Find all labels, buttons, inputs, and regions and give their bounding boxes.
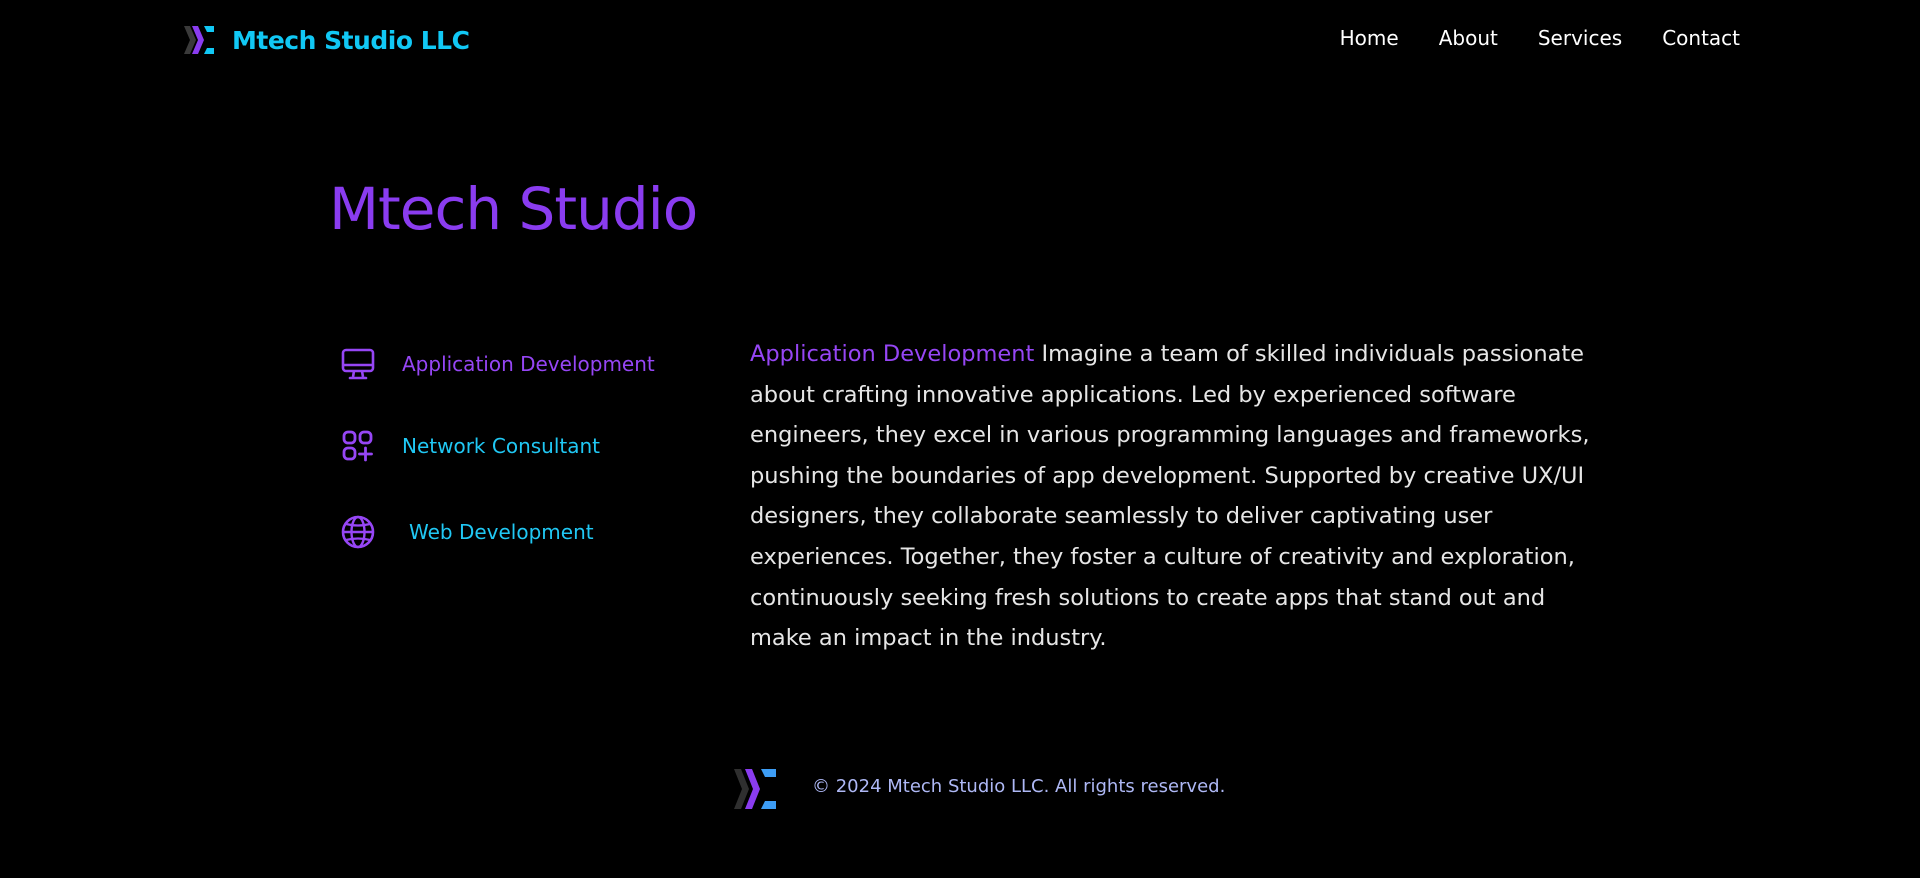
- nav-home-link[interactable]: Home: [1340, 26, 1399, 50]
- brand-name: Mtech Studio LLC: [232, 25, 470, 55]
- service-description: Application Development Imagine a team o…: [750, 334, 1610, 659]
- service-label: Network Consultant: [402, 434, 601, 458]
- footer-logo-icon: [734, 769, 776, 809]
- brand-home-link[interactable]: Mtech Studio LLC: [182, 22, 470, 58]
- site-header: Mtech Studio LLC Home About Services Con…: [0, 0, 1920, 80]
- service-label: Web Development: [409, 520, 594, 544]
- description-text: Imagine a team of skilled individuals pa…: [750, 341, 1590, 652]
- service-item-web-development[interactable]: Web Development: [340, 514, 594, 550]
- service-item-application-development[interactable]: Application Development: [340, 346, 655, 382]
- page-title: Mtech Studio: [329, 175, 698, 243]
- footer-copyright: © 2024 Mtech Studio LLC. All rights rese…: [812, 776, 1226, 797]
- service-label: Application Development: [402, 352, 655, 376]
- globe-icon: [341, 515, 375, 549]
- nav-services-link[interactable]: Services: [1538, 26, 1622, 50]
- nav-contact-link[interactable]: Contact: [1662, 26, 1740, 50]
- service-item-network-consultant[interactable]: Network Consultant: [340, 428, 600, 464]
- nav-about-link[interactable]: About: [1439, 26, 1498, 50]
- brand-logo-icon: [184, 26, 214, 54]
- apps-grid-icon: [342, 430, 373, 462]
- main-nav: Home About Services Contact: [1340, 26, 1740, 50]
- monitor-icon: [341, 348, 375, 380]
- description-highlight: Application Development: [750, 341, 1035, 367]
